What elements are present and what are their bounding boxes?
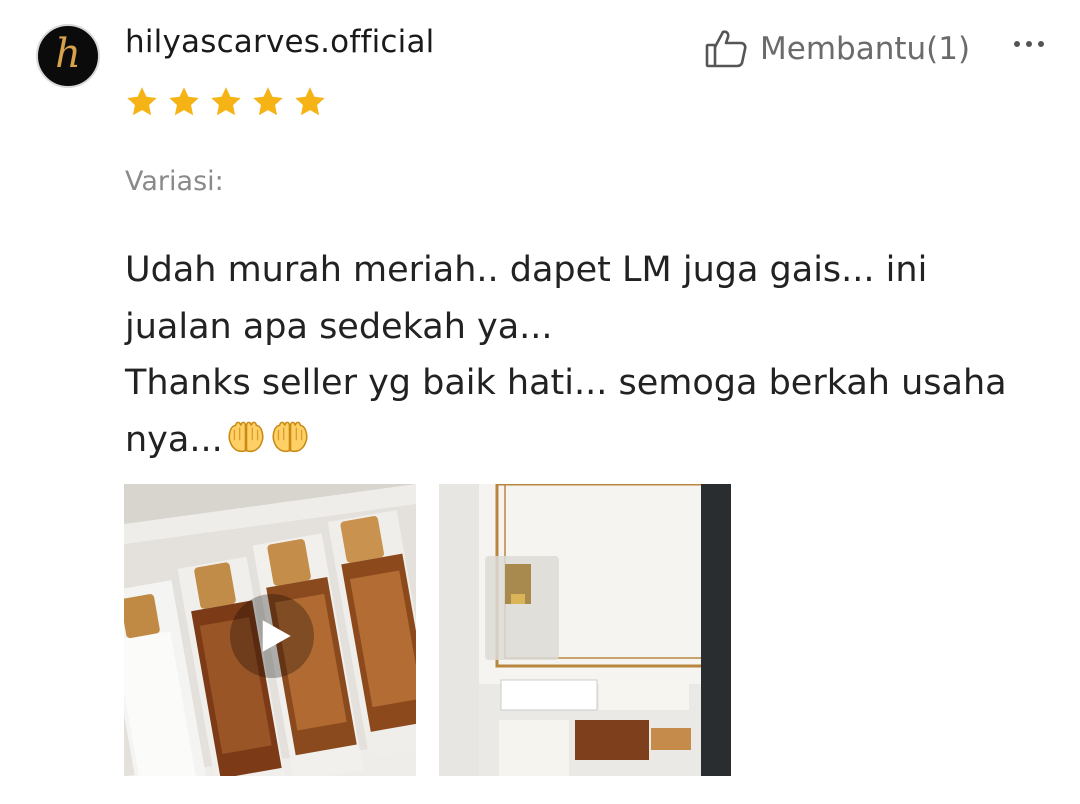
star-icon (124, 84, 160, 120)
play-button[interactable] (230, 594, 314, 678)
rating-stars (124, 84, 328, 120)
username[interactable]: hilyascarves.official (125, 24, 434, 60)
palms-up-together-icon (228, 421, 264, 452)
gift-box-photo (439, 484, 731, 776)
avatar-logo: h (55, 31, 81, 77)
star-icon (292, 84, 328, 120)
palms-up-together-icon (272, 421, 308, 452)
review-text: Udah murah meriah.. dapet LM juga gais..… (125, 242, 1045, 468)
review-photo-thumbnail[interactable] (439, 484, 731, 776)
variant-label: Variasi: (125, 166, 224, 197)
thumbs-up-icon (704, 28, 748, 70)
more-dots-icon (1038, 41, 1044, 47)
more-options-button[interactable] (1004, 24, 1054, 64)
helpful-count-label: Membantu(1) (760, 31, 971, 67)
star-icon (208, 84, 244, 120)
avatar[interactable]: h (36, 24, 100, 88)
star-icon (250, 84, 286, 120)
more-dots-icon (1014, 41, 1020, 47)
more-dots-icon (1026, 41, 1032, 47)
review-video-thumbnail[interactable] (124, 484, 416, 776)
play-icon (262, 620, 291, 652)
emoji-group (225, 415, 311, 457)
star-icon (166, 84, 202, 120)
helpful-button[interactable]: Membantu(1) (704, 28, 970, 70)
